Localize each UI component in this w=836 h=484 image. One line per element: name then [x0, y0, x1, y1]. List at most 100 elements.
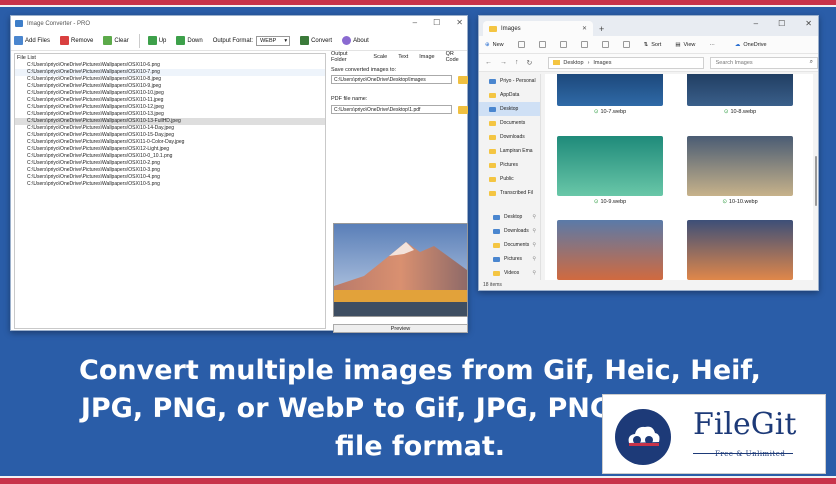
sort-button[interactable]: ⇅ Sort [644, 42, 662, 48]
more-icon[interactable]: ··· [709, 42, 715, 48]
file-list-item[interactable]: C:\Users\priyo\OneDrive\Pictures\Wallpap… [15, 83, 325, 90]
save-path-field[interactable]: C:\Users\priyo\OneDrive\Desktop\Images [331, 75, 452, 84]
search-input[interactable]: Search Images ⌕ [709, 56, 818, 69]
file-list-item[interactable]: C:\Users\priyo\OneDrive\Pictures\Wallpap… [15, 132, 325, 139]
sidebar-item[interactable]: Pictures [479, 158, 540, 172]
close-tab-icon[interactable]: ✕ [582, 25, 587, 32]
scrollbar[interactable] [815, 76, 818, 276]
minimize-icon[interactable]: – [754, 19, 758, 28]
new-button[interactable]: ⊕ New [485, 42, 504, 48]
minimize-icon[interactable]: – [413, 18, 417, 27]
file-list-item[interactable]: C:\Users\priyo\OneDrive\Pictures\Wallpap… [15, 90, 325, 97]
add-files-button[interactable]: Add Files [14, 36, 50, 45]
sidebar-item[interactable]: Transcribed Fil [479, 186, 540, 200]
up-icon[interactable]: ↑ [515, 59, 519, 66]
maximize-icon[interactable]: ☐ [778, 19, 785, 28]
paste-icon[interactable] [559, 41, 567, 48]
file-list-item[interactable]: C:\Users\priyo\OneDrive\Pictures\Wallpap… [15, 62, 325, 69]
file-list-item[interactable]: C:\Users\priyo\OneDrive\Pictures\Wallpap… [15, 174, 325, 181]
thumbnail-caption: ⊙ 10-10.webp [687, 199, 793, 205]
thumbnail-item[interactable]: ⊙10-12.webp [687, 220, 793, 280]
close-icon[interactable]: ✕ [805, 19, 812, 28]
headline-line-1: Convert multiple images from Gif, Heic, … [79, 355, 761, 386]
file-list-item[interactable]: C:\Users\priyo\OneDrive\Pictures\Wallpap… [15, 139, 325, 146]
cut-icon[interactable] [517, 41, 525, 48]
folder-icon [489, 176, 496, 182]
tab-output-folder[interactable]: Output Folder [331, 51, 362, 63]
toolbar-divider [138, 33, 140, 48]
file-list-item[interactable]: C:\Users\priyo\OneDrive\Pictures\Wallpap… [15, 160, 325, 167]
sidebar-item[interactable]: Documents [479, 116, 540, 130]
tab-image[interactable]: Image [419, 54, 434, 60]
file-list-item[interactable]: C:\Users\priyo\OneDrive\Pictures\Wallpap… [15, 69, 325, 76]
clear-button[interactable]: Clear [103, 36, 129, 45]
thumbnail-caption: ⊙ 10-8.webp [687, 109, 793, 115]
tab-qr-code[interactable]: QR Code [446, 51, 467, 63]
close-icon[interactable]: ✕ [456, 18, 463, 27]
copy-icon[interactable] [538, 41, 546, 48]
sidebar-item[interactable]: Pictures ⚲ [479, 252, 540, 266]
file-list-item[interactable]: C:\Users\priyo\OneDrive\Pictures\Wallpap… [15, 167, 325, 174]
file-list-item[interactable]: C:\Users\priyo\OneDrive\Pictures\Wallpap… [15, 104, 325, 111]
thumbnail-item[interactable]: ⊙ 10-8.webp [687, 74, 793, 115]
browse-pdf-icon[interactable] [458, 106, 468, 114]
thumbnail-item[interactable]: ⊙ 10-7.webp [557, 74, 663, 115]
breadcrumb-desktop[interactable]: Desktop [563, 60, 583, 66]
refresh-icon[interactable]: ↻ [527, 59, 533, 67]
sync-status-icon: ⊙ [593, 199, 599, 205]
browse-folder-icon[interactable] [458, 76, 468, 84]
sidebar-item[interactable]: Downloads ⚲ [479, 224, 540, 238]
forward-icon[interactable]: → [500, 59, 507, 66]
maximize-icon[interactable]: ☐ [433, 18, 440, 27]
sidebar-item-label: Videos [504, 270, 520, 276]
file-list-item[interactable]: C:\Users\priyo\OneDrive\Pictures\Wallpap… [15, 146, 325, 153]
tab-images[interactable]: Images ✕ [483, 21, 593, 36]
back-icon[interactable]: ← [485, 59, 492, 66]
thumbnail-name: 10-10.webp [728, 199, 758, 205]
search-icon: ⌕ [809, 59, 813, 65]
folder-icon [489, 78, 496, 84]
remove-button[interactable]: Remove [60, 36, 93, 45]
tab-scale[interactable]: Scale [373, 54, 387, 60]
sidebar-item[interactable]: AppData [479, 88, 540, 102]
address-input[interactable]: Desktop › Images [548, 56, 704, 69]
sidebar-item[interactable]: Documents ⚲ [479, 238, 540, 252]
file-list[interactable]: File List C:\Users\priyo\OneDrive\Pictur… [14, 53, 326, 329]
breadcrumb-images[interactable]: Images [593, 60, 611, 66]
share-icon[interactable] [601, 41, 609, 48]
onedrive-button[interactable]: ☁ OneDrive [735, 42, 767, 48]
new-tab-icon[interactable]: + [599, 24, 604, 34]
sidebar-item[interactable]: Desktop [479, 102, 540, 116]
file-list-item[interactable]: C:\Users\priyo\OneDrive\Pictures\Wallpap… [15, 76, 325, 83]
sidebar-item[interactable]: Priyo - Personal [479, 74, 540, 88]
file-list-item[interactable]: C:\Users\priyo\OneDrive\Pictures\Wallpap… [15, 153, 325, 160]
preview-button[interactable]: Preview [333, 324, 468, 333]
rename-icon[interactable] [580, 41, 588, 48]
convert-icon [300, 36, 310, 45]
file-list-item[interactable]: C:\Users\priyo\OneDrive\Pictures\Wallpap… [15, 97, 325, 104]
delete-icon[interactable] [622, 41, 630, 48]
sidebar-item[interactable]: Downloads [479, 130, 540, 144]
pdf-path-field[interactable]: C:\Users\priyo\OneDrive\Desktop\1.pdf [331, 105, 452, 114]
thumbnail-item[interactable]: ⊙ 10-10.webp [687, 136, 793, 205]
file-list-item[interactable]: C:\Users\priyo\OneDrive\Pictures\Wallpap… [15, 111, 325, 118]
file-list-item[interactable]: C:\Users\priyo\OneDrive\Pictures\Wallpap… [15, 181, 325, 188]
convert-button[interactable]: Convert [300, 36, 332, 45]
file-list-item[interactable]: C:\Users\priyo\OneDrive\Pictures\Wallpap… [15, 125, 325, 132]
tab-text[interactable]: Text [398, 54, 408, 60]
about-button[interactable]: About [342, 36, 369, 45]
thumbnail-item[interactable]: ⊙ 10-9.webp [557, 136, 663, 205]
view-button[interactable]: ▤ View [675, 42, 695, 48]
sidebar-item[interactable]: Public [479, 172, 540, 186]
thumbnail-item[interactable]: ⊙10-11.webp [557, 220, 663, 280]
sidebar-item[interactable]: Desktop ⚲ [479, 210, 540, 224]
clear-icon [103, 36, 113, 45]
down-button[interactable]: Down [176, 36, 203, 45]
sidebar-item[interactable]: Lampiran Ema [479, 144, 540, 158]
sidebar-item[interactable]: Videos ⚲ [479, 266, 540, 280]
file-list-item[interactable]: C:\Users\priyo\OneDrive\Pictures\Wallpap… [15, 118, 325, 125]
up-button[interactable]: Up [147, 36, 166, 45]
output-format-select[interactable]: WEBP ▾ [256, 35, 291, 46]
scrollbar-thumb[interactable] [815, 156, 817, 206]
folder-icon [489, 106, 496, 112]
